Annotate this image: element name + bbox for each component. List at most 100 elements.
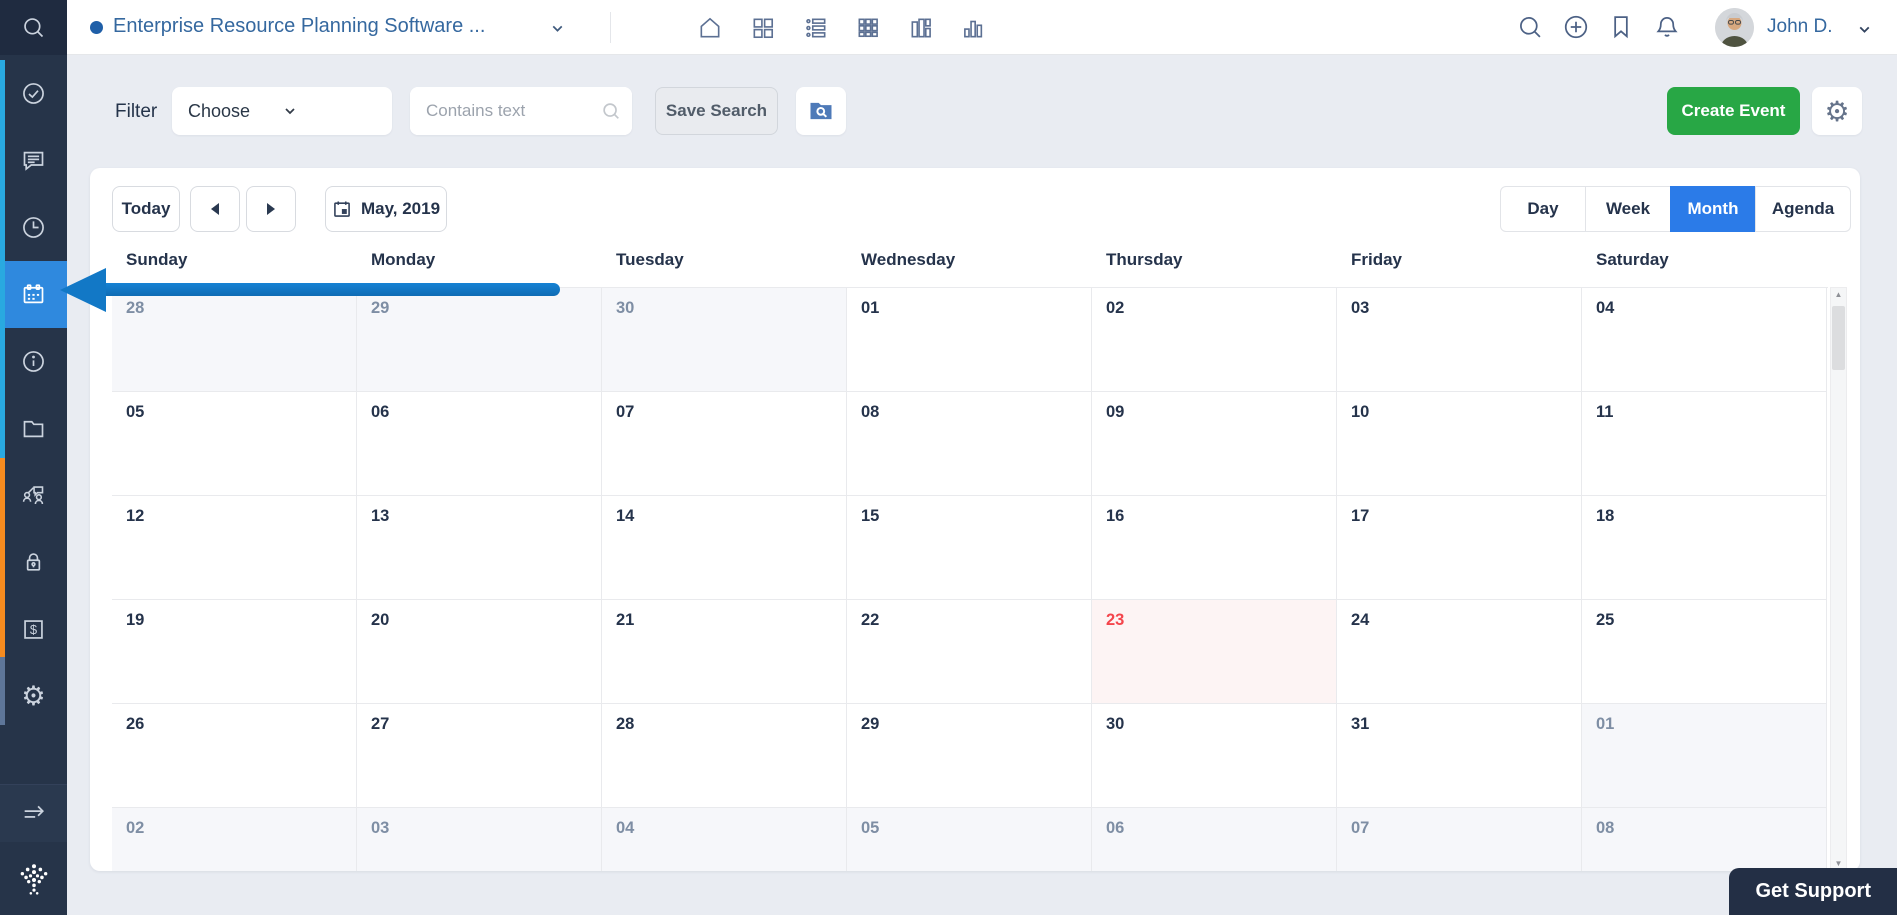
view-tab-month[interactable]: Month — [1670, 186, 1756, 232]
contains-text-input[interactable] — [410, 87, 632, 135]
calendar-settings-button[interactable]: ⚙ — [1812, 87, 1862, 135]
calendar-cell[interactable]: 27 — [357, 704, 602, 808]
calendar-cell[interactable]: 22 — [847, 600, 1092, 704]
sidebar-item-info[interactable] — [0, 328, 67, 395]
calendar-cell[interactable]: 17 — [1337, 496, 1582, 600]
calendar-cell[interactable]: 03 — [1337, 288, 1582, 392]
header-search-icon[interactable] — [1516, 13, 1544, 41]
calendar-cell[interactable]: 21 — [602, 600, 847, 704]
main-content: Filter Choose Save Search Create Event ⚙… — [67, 55, 1897, 915]
get-support-button[interactable]: Get Support — [1729, 868, 1897, 915]
view-tab-agenda[interactable]: Agenda — [1755, 186, 1851, 232]
day-header-row: SundayMondayTuesdayWednesdayThursdayFrid… — [112, 250, 1827, 270]
calendar-cell[interactable]: 02 — [1092, 288, 1337, 392]
calendar-cell[interactable]: 29 — [357, 288, 602, 392]
calendar-cell[interactable]: 06 — [357, 392, 602, 496]
calendar-cell[interactable]: 28 — [112, 288, 357, 392]
calendar-cell[interactable]: 02 — [112, 808, 357, 871]
calendar-cell[interactable]: 13 — [357, 496, 602, 600]
list-view-icon[interactable] — [802, 14, 829, 41]
calendar-cell[interactable]: 06 — [1092, 808, 1337, 871]
saved-searches-button[interactable] — [796, 87, 846, 135]
calendar-cell[interactable]: 18 — [1582, 496, 1827, 600]
search-icon — [20, 14, 47, 41]
app-title[interactable]: Enterprise Resource Planning Software ..… — [113, 15, 485, 38]
app-logo[interactable] — [0, 842, 67, 915]
date-picker-button[interactable]: May, 2019 — [325, 186, 447, 232]
date-number: 13 — [371, 507, 389, 525]
calendar-cell[interactable]: 25 — [1582, 600, 1827, 704]
sidebar-item-finance[interactable]: $ — [0, 596, 67, 663]
calendar-cell[interactable]: 30 — [602, 288, 847, 392]
calendar-cell[interactable]: 16 — [1092, 496, 1337, 600]
calendar-cell[interactable]: 10 — [1337, 392, 1582, 496]
modules-grid-icon[interactable] — [854, 14, 881, 41]
calendar-cell[interactable]: 05 — [847, 808, 1092, 871]
title-chevron-down-icon[interactable] — [549, 20, 566, 37]
date-number: 08 — [861, 403, 879, 421]
save-search-button[interactable]: Save Search — [655, 87, 778, 135]
contains-text-field — [410, 87, 632, 135]
view-tab-week[interactable]: Week — [1585, 186, 1671, 232]
bookmark-icon[interactable] — [1607, 13, 1635, 41]
sidebar-collapse-button[interactable] — [0, 784, 67, 842]
calendar-cell[interactable]: 19 — [112, 600, 357, 704]
sidebar-item-calendar[interactable] — [0, 261, 67, 328]
calendar-cell[interactable]: 15 — [847, 496, 1092, 600]
calendar-cell[interactable]: 30 — [1092, 704, 1337, 808]
calendar-cell[interactable]: 04 — [1582, 288, 1827, 392]
calendar-cell[interactable]: 14 — [602, 496, 847, 600]
scroll-up-icon[interactable]: ▲ — [1831, 290, 1846, 299]
sidebar-item-security[interactable] — [0, 529, 67, 596]
sidebar-item-history[interactable] — [0, 194, 67, 261]
filter-choose-value: Choose — [188, 101, 282, 122]
scroll-down-icon[interactable]: ▼ — [1831, 859, 1846, 868]
calendar-cell[interactable]: 05 — [112, 392, 357, 496]
calendar-cell[interactable]: 26 — [112, 704, 357, 808]
calendar-cell[interactable]: 11 — [1582, 392, 1827, 496]
date-number: 20 — [371, 611, 389, 629]
calendar-cell[interactable]: 01 — [847, 288, 1092, 392]
sidebar-search-button[interactable] — [0, 0, 67, 55]
home-icon[interactable] — [696, 14, 723, 41]
date-number: 04 — [1596, 299, 1614, 317]
calendar-cell[interactable]: 31 — [1337, 704, 1582, 808]
sidebar-item-org-chart[interactable] — [0, 462, 67, 529]
next-month-button[interactable] — [246, 186, 296, 232]
dashboard-grid-icon[interactable] — [749, 14, 776, 41]
user-chevron-down-icon[interactable] — [1856, 21, 1873, 38]
kanban-columns-icon[interactable] — [907, 14, 934, 41]
calendar-cell[interactable]: 03 — [357, 808, 602, 871]
calendar-cell[interactable]: 08 — [847, 392, 1092, 496]
calendar-cell[interactable]: 07 — [1337, 808, 1582, 871]
add-circle-icon[interactable] — [1562, 13, 1590, 41]
today-button[interactable]: Today — [112, 186, 180, 232]
calendar-cell-today[interactable]: 23 — [1092, 600, 1337, 704]
calendar-cell[interactable]: 01 — [1582, 704, 1827, 808]
calendar-cell[interactable]: 20 — [357, 600, 602, 704]
calendar-cell[interactable]: 04 — [602, 808, 847, 871]
prev-month-button[interactable] — [190, 186, 240, 232]
notifications-bell-icon[interactable] — [1653, 13, 1681, 41]
sidebar-item-settings[interactable]: ⚙ — [0, 663, 67, 730]
bar-chart-icon[interactable] — [959, 14, 986, 41]
sidebar-item-documents[interactable] — [0, 395, 67, 462]
calendar-cell[interactable]: 09 — [1092, 392, 1337, 496]
date-number: 26 — [126, 715, 144, 733]
user-name[interactable]: John D. — [1767, 16, 1832, 38]
calendar-scrollbar[interactable]: ▲ ▼ — [1830, 287, 1847, 871]
filter-choose-dropdown[interactable]: Choose — [172, 87, 392, 135]
scrollbar-thumb[interactable] — [1832, 306, 1845, 370]
calendar-cell[interactable]: 28 — [602, 704, 847, 808]
calendar-cell[interactable]: 12 — [112, 496, 357, 600]
calendar-cell[interactable]: 29 — [847, 704, 1092, 808]
view-tab-day[interactable]: Day — [1500, 186, 1586, 232]
sidebar-item-messages[interactable] — [0, 127, 67, 194]
date-number: 27 — [371, 715, 389, 733]
calendar-cell[interactable]: 08 — [1582, 808, 1827, 871]
sidebar-item-tasks[interactable] — [0, 60, 67, 127]
calendar-cell[interactable]: 07 — [602, 392, 847, 496]
calendar-cell[interactable]: 24 — [1337, 600, 1582, 704]
create-event-button[interactable]: Create Event — [1667, 87, 1800, 135]
user-avatar[interactable] — [1715, 8, 1754, 47]
